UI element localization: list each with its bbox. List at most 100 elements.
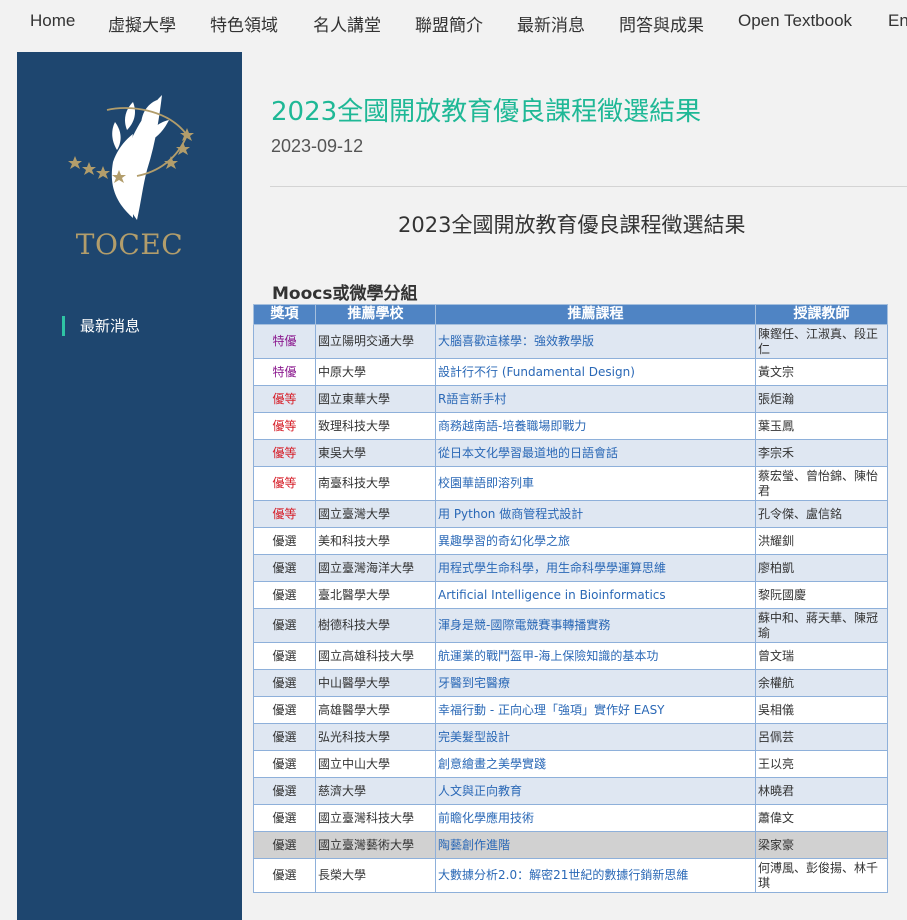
school-cell: 致理科技大學 — [315, 412, 436, 440]
nav-alliance-intro[interactable]: 聯盟簡介 — [415, 11, 483, 36]
nav-open-textbook[interactable]: Open Textbook — [738, 11, 852, 31]
results-table: 獎項 推薦學校 推薦課程 授課教師 特優 國立陽明交通大學 大腦喜歡這樣學：強效教學… — [253, 304, 888, 893]
header-course: 推薦課程 — [435, 304, 756, 325]
school-cell: 中山醫學大學 — [315, 669, 436, 697]
table-row: 優等 國立東華大學 R語言新手村 張炬瀚 — [253, 385, 888, 413]
award-cell: 優選 — [253, 696, 316, 724]
award-cell: 優等 — [253, 500, 316, 528]
nav-featured-fields[interactable]: 特色領域 — [210, 11, 278, 36]
school-cell: 國立中山大學 — [315, 750, 436, 778]
school-cell: 東吳大學 — [315, 439, 436, 467]
award-cell: 優選 — [253, 777, 316, 805]
award-cell: 優選 — [253, 669, 316, 697]
course-link[interactable]: 從日本文化學習最道地的日語會話 — [435, 439, 756, 467]
table-row: 優選 國立高雄科技大學 航運業的戰鬥盔甲-海上保險知識的基本功 曾文瑞 — [253, 642, 888, 670]
course-link[interactable]: 大腦喜歡這樣學：強效教學版 — [435, 324, 756, 359]
teacher-cell: 余權航 — [755, 669, 888, 697]
teacher-cell: 吳相儀 — [755, 696, 888, 724]
nav-qa-results[interactable]: 問答與成果 — [619, 11, 704, 36]
course-link[interactable]: Artificial Intelligence in Bioinformatic… — [435, 581, 756, 609]
divider — [270, 186, 907, 187]
school-cell: 國立臺灣藝術大學 — [315, 831, 436, 859]
nav-home[interactable]: Home — [30, 11, 75, 31]
table-row: 優選 高雄醫學大學 幸福行動 - 正向心理「強項」實作好 EASY 吳相儀 — [253, 696, 888, 724]
course-link[interactable]: 用 Python 做商管程式設計 — [435, 500, 756, 528]
course-link[interactable]: 前瞻化學應用技術 — [435, 804, 756, 832]
header-school: 推薦學校 — [315, 304, 436, 325]
table-row: 特優 中原大學 設計行不行 (Fundamental Design) 黃文宗 — [253, 358, 888, 386]
table-row: 優選 國立臺灣藝術大學 陶藝創作進階 梁家豪 — [253, 831, 888, 859]
school-cell: 臺北醫學大學 — [315, 581, 436, 609]
table-row: 優選 美和科技大學 異趣學習的奇幻化學之旅 洪耀釧 — [253, 527, 888, 555]
school-cell: 弘光科技大學 — [315, 723, 436, 751]
course-link[interactable]: 設計行不行 (Fundamental Design) — [435, 358, 756, 386]
award-cell: 優選 — [253, 554, 316, 582]
course-link[interactable]: 完美髮型設計 — [435, 723, 756, 751]
school-cell: 樹德科技大學 — [315, 608, 436, 643]
course-link[interactable]: 航運業的戰鬥盔甲-海上保險知識的基本功 — [435, 642, 756, 670]
school-cell: 高雄醫學大學 — [315, 696, 436, 724]
school-cell: 中原大學 — [315, 358, 436, 386]
course-link[interactable]: 異趣學習的奇幻化學之旅 — [435, 527, 756, 555]
school-cell: 國立臺灣海洋大學 — [315, 554, 436, 582]
sidebar-item-latest-news[interactable]: 最新消息 — [62, 316, 140, 336]
table-row: 優等 國立臺灣大學用 Python 做商管程式設計 孔令傑、盧信銘 — [253, 500, 888, 528]
school-cell: 南臺科技大學 — [315, 466, 436, 501]
school-cell: 慈濟大學 — [315, 777, 436, 805]
course-link[interactable]: 人文與正向教育 — [435, 777, 756, 805]
table-row: 優選 中山醫學大學 牙醫到宅醫療 余權航 — [253, 669, 888, 697]
school-cell: 國立臺灣科技大學 — [315, 804, 436, 832]
teacher-cell: 孔令傑、盧信銘 — [755, 500, 888, 528]
course-link[interactable]: R語言新手村 — [435, 385, 756, 413]
course-link[interactable]: 陶藝創作進階 — [435, 831, 756, 859]
award-cell: 優選 — [253, 750, 316, 778]
course-link[interactable]: 校園華語即溶列車 — [435, 466, 756, 501]
nav-english[interactable]: En — [888, 11, 907, 31]
teacher-cell: 梁家豪 — [755, 831, 888, 859]
school-cell: 美和科技大學 — [315, 527, 436, 555]
teacher-cell: 蕭偉文 — [755, 804, 888, 832]
nav-latest-news[interactable]: 最新消息 — [517, 11, 585, 36]
teacher-cell: 蘇中和、蔣天華、陳冠瑜 — [755, 608, 888, 643]
table-row: 優選 長榮大學 大數據分析2.0：解密21世紀的數據行銷新思維 何溥風、彭俊揚、林千琪 — [253, 858, 888, 893]
course-link[interactable]: 大數據分析2.0：解密21世紀的數據行銷新思維 — [435, 858, 756, 893]
school-cell: 國立高雄科技大學 — [315, 642, 436, 670]
table-row: 優等 南臺科技大學 校園華語即溶列車 蔡宏瑩、曾怡錦、陳怡君 — [253, 466, 888, 501]
award-cell: 優選 — [253, 831, 316, 859]
table-header-row: 獎項 推薦學校 推薦課程 授課教師 — [253, 304, 888, 325]
nav-virtual-university[interactable]: 虛擬大學 — [108, 11, 176, 36]
award-cell: 優選 — [253, 581, 316, 609]
course-link[interactable]: 創意繪畫之美學實踐 — [435, 750, 756, 778]
teacher-cell: 陳鏗任、江淑真、段正仁 — [755, 324, 888, 359]
school-cell: 國立東華大學 — [315, 385, 436, 413]
teacher-cell: 曾文瑞 — [755, 642, 888, 670]
course-link[interactable]: 商務越南語-培養職場即戰力 — [435, 412, 756, 440]
teacher-cell: 李宗禾 — [755, 439, 888, 467]
teacher-cell: 何溥風、彭俊揚、林千琪 — [755, 858, 888, 893]
school-cell: 長榮大學 — [315, 858, 436, 893]
table-row: 特優 國立陽明交通大學 大腦喜歡這樣學：強效教學版 陳鏗任、江淑真、段正仁 — [253, 324, 888, 359]
page-title: 2023全國開放教育優良課程徵選結果 — [271, 97, 702, 127]
table-row: 優選 國立臺灣科技大學 前瞻化學應用技術 蕭偉文 — [253, 804, 888, 832]
award-cell: 優等 — [253, 466, 316, 501]
nav-lecture-hall[interactable]: 名人講堂 — [313, 11, 381, 36]
table-row: 優選 臺北醫學大學 Artificial Intelligence in Bioin… — [253, 581, 888, 609]
course-link[interactable]: 渾身是競-國際電競賽事轉播實務 — [435, 608, 756, 643]
course-link[interactable]: 幸福行動 - 正向心理「強項」實作好 EASY — [435, 696, 756, 724]
tocec-logo-icon[interactable] — [67, 90, 197, 220]
teacher-cell: 廖柏凱 — [755, 554, 888, 582]
teacher-cell: 呂佩芸 — [755, 723, 888, 751]
table-row: 優選 國立中山大學 創意繪畫之美學實踐 王以亮 — [253, 750, 888, 778]
group-heading: Moocs或微學分組 — [272, 284, 418, 304]
header-teacher: 授課教師 — [755, 304, 888, 325]
sidebar: TOCEC 最新消息 — [17, 52, 242, 920]
logo-text: TOCEC — [75, 228, 184, 261]
award-cell: 優選 — [253, 642, 316, 670]
course-link[interactable]: 牙醫到宅醫療 — [435, 669, 756, 697]
teacher-cell: 張炬瀚 — [755, 385, 888, 413]
teacher-cell: 黃文宗 — [755, 358, 888, 386]
award-cell: 優等 — [253, 385, 316, 413]
school-cell: 國立臺灣大學 — [315, 500, 436, 528]
course-link[interactable]: 用程式學生命科學，用生命科學學運算思維 — [435, 554, 756, 582]
teacher-cell: 葉玉鳳 — [755, 412, 888, 440]
